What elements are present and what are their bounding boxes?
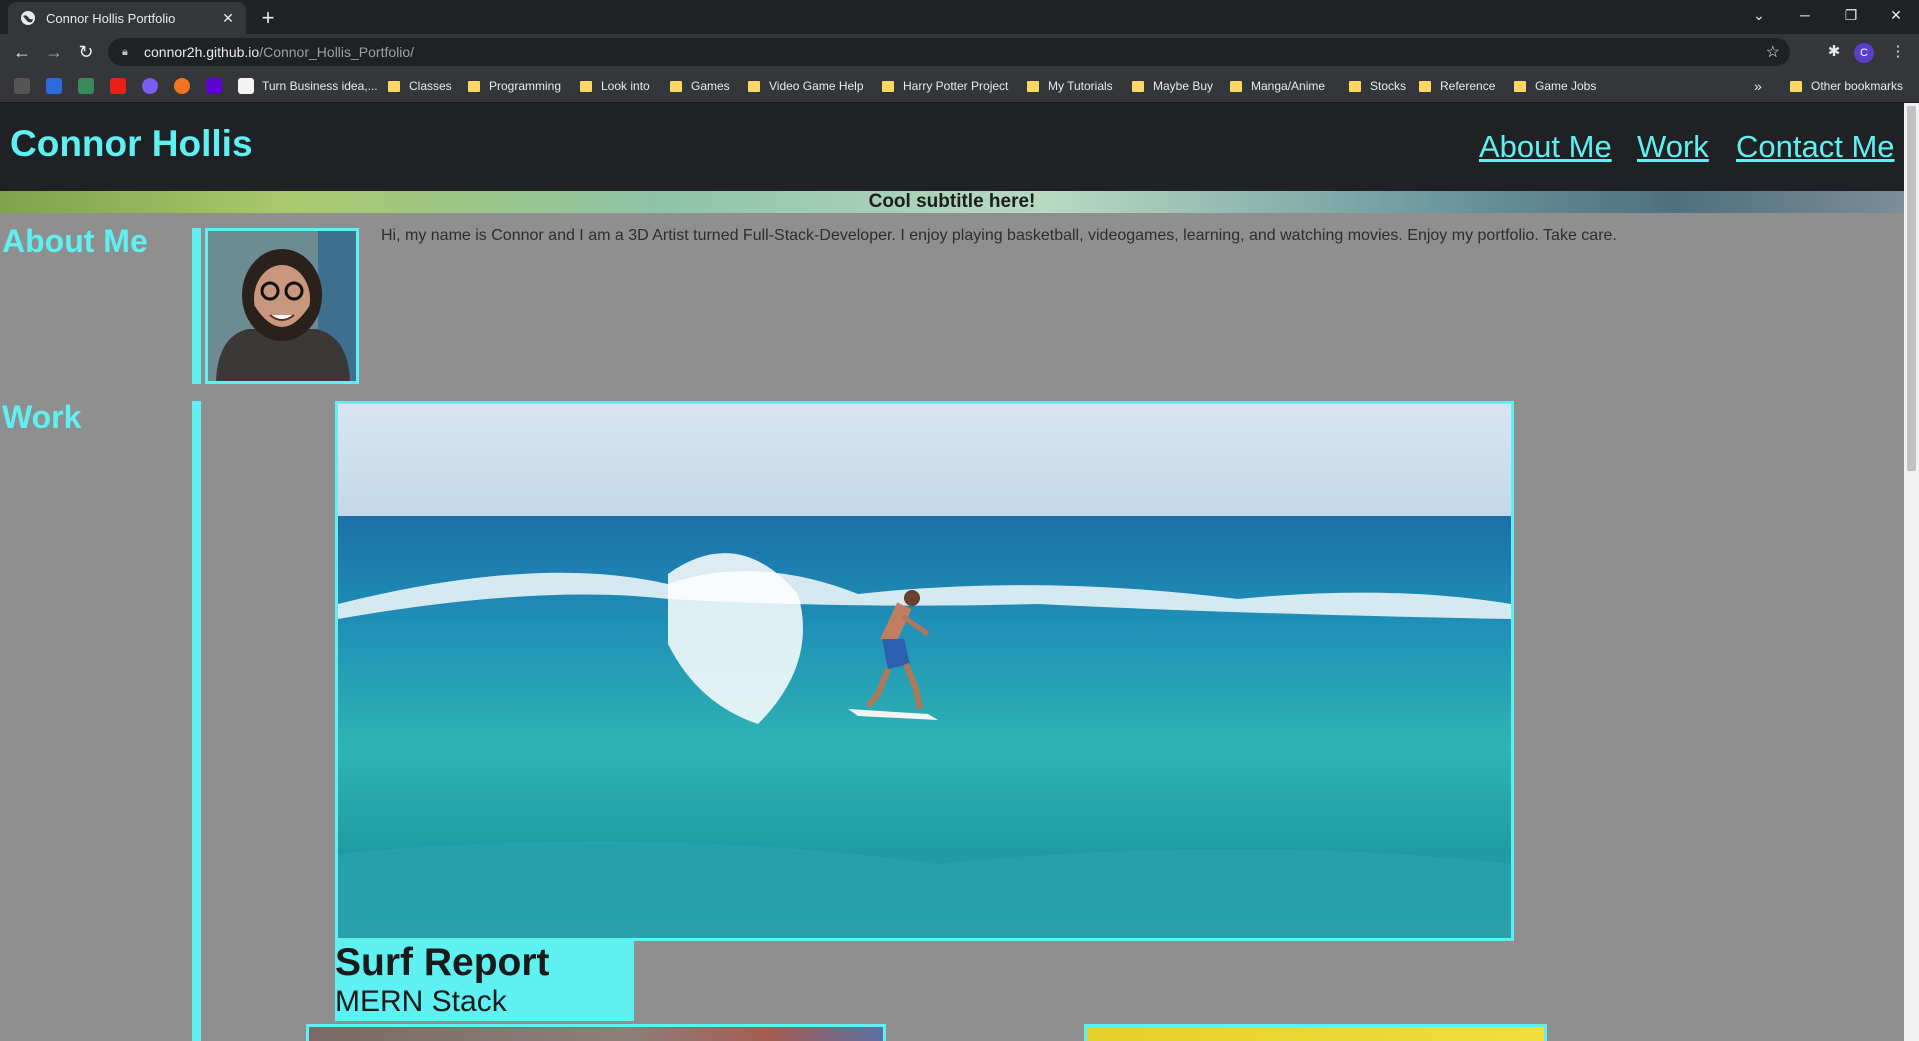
- reload-icon[interactable]: ↻: [72, 38, 100, 66]
- bookmark-item[interactable]: Turn Business idea,...: [262, 70, 378, 102]
- folder-icon: [1790, 80, 1802, 92]
- bookmark-item[interactable]: Maybe Buy: [1132, 70, 1213, 102]
- bookmark-label: Stocks: [1370, 79, 1407, 93]
- project-subtitle: MERN Stack: [335, 985, 507, 1018]
- project-image-surf-report[interactable]: [335, 401, 1514, 941]
- tab-title: Connor Hollis Portfolio: [46, 10, 176, 26]
- globe-icon: [21, 11, 35, 25]
- bookmark-item[interactable]: Harry Potter Project: [882, 70, 1008, 102]
- yahoo-icon[interactable]: [206, 78, 222, 94]
- bookmark-item[interactable]: Classes: [388, 70, 452, 102]
- bookmarks-bar: Turn Business idea,... Classes Programming…: [0, 70, 1919, 103]
- bookmark-item[interactable]: Video Game Help: [748, 70, 864, 102]
- new-tab-icon[interactable]: +: [254, 4, 282, 32]
- folder-icon: [748, 80, 760, 92]
- profile-photo: [205, 228, 359, 384]
- bookmark-label: Games: [691, 79, 730, 93]
- browser-tabstrip: Connor Hollis Portfolio ✕ + ⌄ ─ ❐ ✕: [0, 0, 1919, 34]
- bookmark-label: Classes: [409, 79, 452, 93]
- nav-link-work[interactable]: Work: [1637, 129, 1709, 165]
- profile-avatar[interactable]: C: [1854, 43, 1874, 63]
- crunchyroll-icon[interactable]: [174, 78, 190, 94]
- project-caption: Surf Report MERN Stack: [335, 941, 634, 1021]
- hero-subtitle: Cool subtitle here!: [868, 191, 1036, 212]
- bookmark-label: My Tutorials: [1048, 79, 1113, 93]
- scrollbar-thumb[interactable]: [1907, 106, 1916, 471]
- bookmark-item[interactable]: Look into: [580, 70, 650, 102]
- bookmark-label: Game Jobs: [1535, 79, 1597, 93]
- tab-close-icon[interactable]: ✕: [218, 10, 238, 27]
- url-host: connor2h.github.io: [144, 44, 260, 60]
- menu-kebab-icon[interactable]: ⋮: [1886, 40, 1910, 64]
- minimize-icon[interactable]: ─: [1782, 0, 1828, 30]
- window-close-icon[interactable]: ✕: [1873, 0, 1919, 30]
- browser-toolbar: ← → ↻ 🔒︎ connor2h.github.io/Connor_Holli…: [0, 34, 1919, 70]
- bookmark-label: Programming: [489, 79, 562, 93]
- bookmark-item[interactable]: Manga/Anime: [1230, 70, 1325, 102]
- about-accent-bar: [192, 228, 201, 384]
- folder-icon: [468, 80, 480, 92]
- page-scrollbar[interactable]: [1904, 103, 1919, 1041]
- bookmark-label: Reference: [1440, 79, 1496, 93]
- folder-icon: [1230, 80, 1242, 92]
- folder-icon: [1349, 80, 1361, 92]
- page-viewport: Connor Hollis About Me Work Contact Me C…: [0, 103, 1904, 1041]
- about-heading: About Me: [2, 223, 148, 259]
- folder-icon: [1132, 80, 1144, 92]
- bookmark-item[interactable]: Stocks: [1349, 70, 1406, 102]
- gmail-icon[interactable]: [238, 78, 254, 94]
- lock-icon: 🔒︎: [122, 45, 128, 58]
- bookmark-label: Look into: [601, 79, 650, 93]
- nav-link-contact[interactable]: Contact Me: [1736, 129, 1895, 165]
- restore-icon[interactable]: ❐: [1828, 0, 1874, 30]
- other-bookmarks[interactable]: Other bookmarks: [1790, 70, 1903, 102]
- bookmark-label: Manga/Anime: [1251, 79, 1326, 93]
- bookmark-label: Turn Business idea,...: [262, 79, 378, 93]
- drive-icon[interactable]: [46, 78, 62, 94]
- browser-tab[interactable]: Connor Hollis Portfolio ✕: [8, 2, 246, 34]
- bookmark-item[interactable]: My Tutorials: [1027, 70, 1113, 102]
- bookmark-item[interactable]: Games: [670, 70, 730, 102]
- extensions-icon[interactable]: ✱: [1822, 40, 1846, 64]
- hero-banner: Cool subtitle here!: [0, 191, 1904, 213]
- site-title: Connor Hollis: [10, 123, 253, 164]
- tab-search-icon[interactable]: ⌄: [1736, 0, 1782, 30]
- work-heading: Work: [2, 399, 82, 435]
- address-bar[interactable]: 🔒︎ connor2h.github.io/Connor_Hollis_Port…: [108, 38, 1790, 66]
- url-path: /Connor_Hollis_Portfolio/: [259, 44, 415, 60]
- youtube-icon[interactable]: [110, 78, 126, 94]
- site-header: Connor Hollis About Me Work Contact Me: [0, 103, 1904, 191]
- nav-link-about[interactable]: About Me: [1479, 129, 1612, 165]
- project-thumbnail-3[interactable]: [1084, 1024, 1547, 1041]
- twitch-icon[interactable]: [142, 78, 158, 94]
- bookmark-item[interactable]: Reference: [1419, 70, 1495, 102]
- folder-icon: [1027, 80, 1039, 92]
- folder-icon: [670, 80, 682, 92]
- bookmark-label: Maybe Buy: [1153, 79, 1214, 93]
- folder-icon: [388, 80, 400, 92]
- more-bookmarks-icon[interactable]: »: [1754, 70, 1762, 102]
- bookmark-label: Harry Potter Project: [903, 79, 1009, 93]
- bookmark-label: Video Game Help: [769, 79, 864, 93]
- app-icon[interactable]: [78, 78, 94, 94]
- folder-icon: [1514, 80, 1526, 92]
- folder-icon: [882, 80, 894, 92]
- folder-icon: [1419, 80, 1431, 92]
- about-text: Hi, my name is Connor and I am a 3D Arti…: [381, 227, 1617, 244]
- bookmark-star-icon[interactable]: ☆: [1766, 42, 1780, 62]
- project-title[interactable]: Surf Report: [335, 941, 550, 985]
- forward-icon[interactable]: →: [40, 38, 68, 66]
- project-thumbnail-2[interactable]: [306, 1024, 886, 1041]
- bookmark-item[interactable]: Game Jobs: [1514, 70, 1596, 102]
- back-icon[interactable]: ←: [8, 38, 36, 66]
- work-accent-bar: [192, 401, 201, 1041]
- folder-icon: [580, 80, 592, 92]
- bookmark-item[interactable]: Programming: [468, 70, 561, 102]
- github-icon[interactable]: [14, 78, 30, 94]
